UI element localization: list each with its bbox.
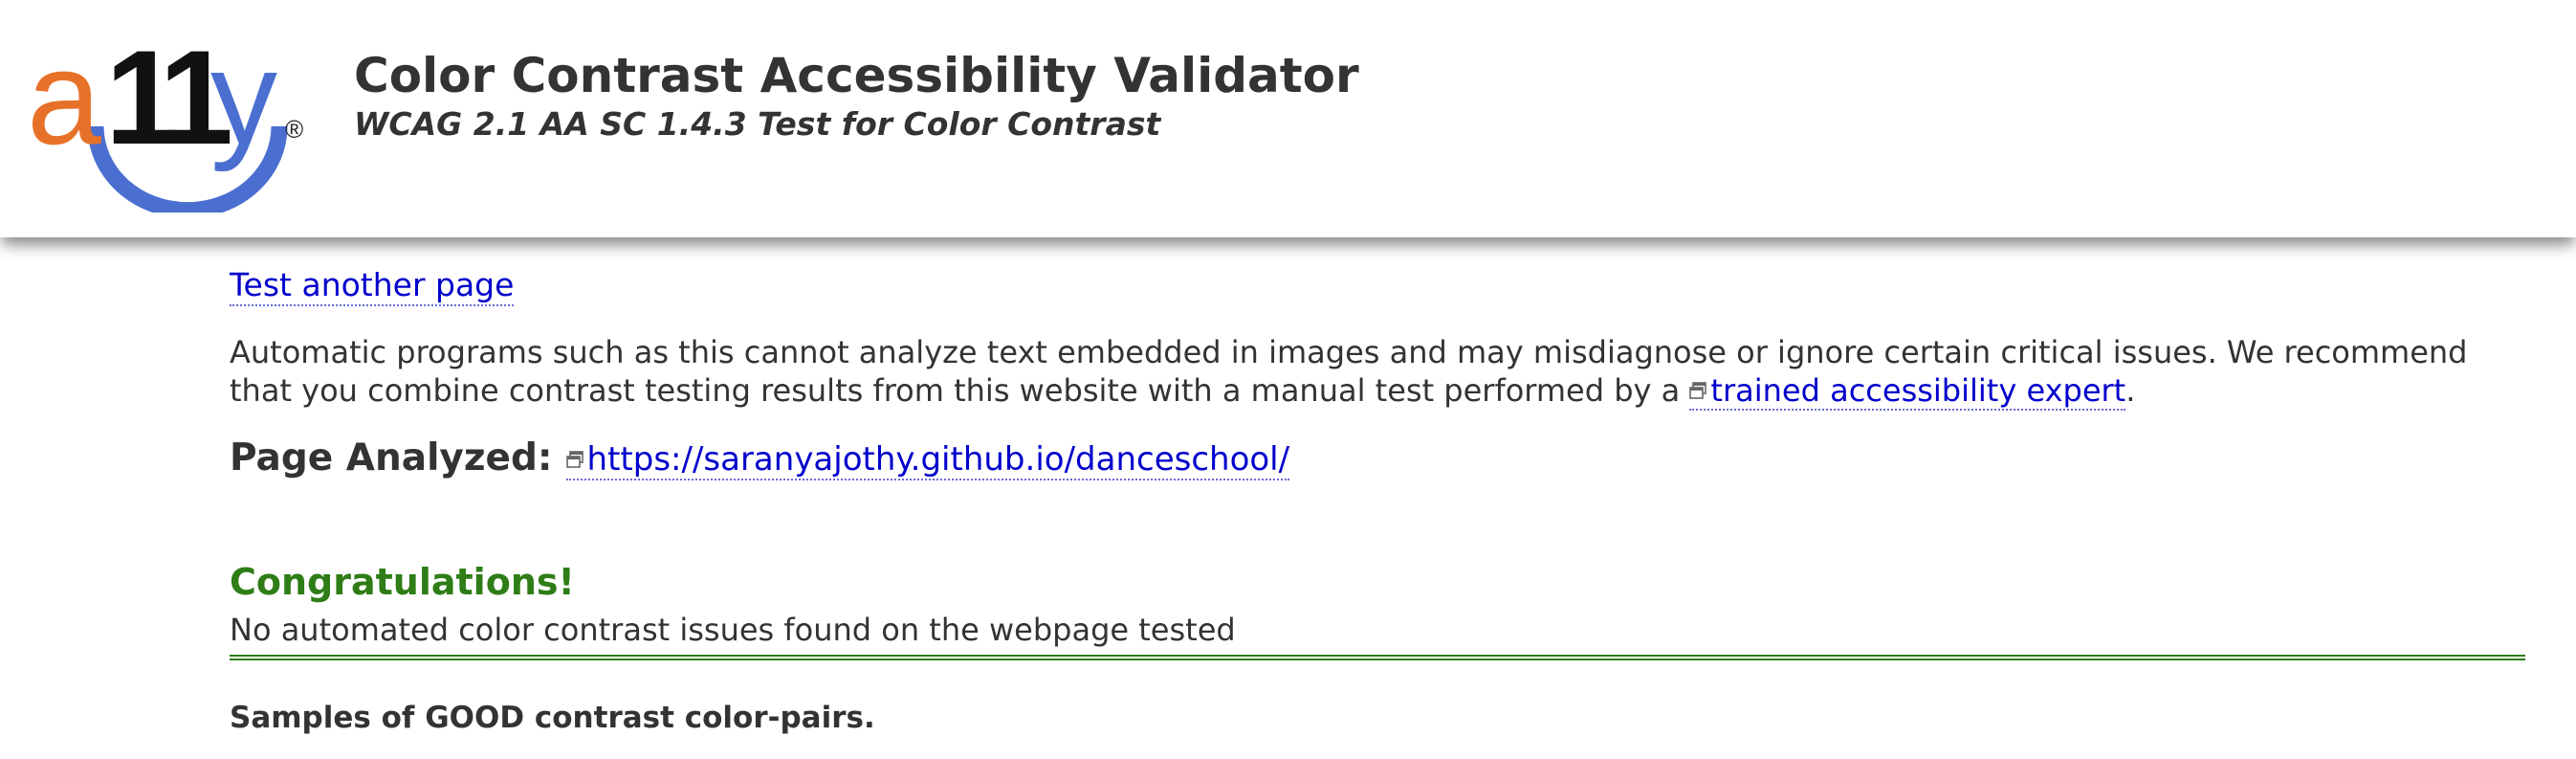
samples-heading: Samples of GOOD contrast color-pairs. [230,701,875,735]
analyzed-url-link[interactable]: https://saranyajothy.github.io/dancescho… [565,440,1290,480]
logo-a: a [27,22,101,172]
trained-accessibility-expert-link[interactable]: trained accessibility expert [1689,372,2126,411]
external-window-icon [565,451,583,468]
trained-accessibility-expert-label: trained accessibility expert [1710,372,2126,409]
congratulations-message: No automated color contrast issues found… [230,612,1236,648]
success-divider [230,655,2525,660]
disclaimer-notice: Automatic programs such as this cannot a… [230,333,2525,411]
page-analyzed: Page Analyzed: https://saranyajothy.githu… [230,436,1290,480]
page-analyzed-label: Page Analyzed: [230,436,553,480]
page-subtitle: WCAG 2.1 AA SC 1.4.3 Test for Color Cont… [354,105,1161,143]
analyzed-url-label: https://saranyajothy.github.io/dancescho… [586,440,1290,479]
logo-registered: ® [285,115,303,144]
test-another-page-link[interactable]: Test another page [230,266,515,306]
page-header: a 11 y ® Color Contrast Accessibility Va… [0,0,2576,237]
disclaimer-end: . [2125,372,2136,409]
logo-y: y [210,22,277,172]
a11y-logo[interactable]: a 11 y ® [27,21,314,212]
external-window-icon [1689,382,1707,399]
page-title: Color Contrast Accessibility Validator [354,48,1359,103]
congratulations-heading: Congratulations! [230,561,575,603]
